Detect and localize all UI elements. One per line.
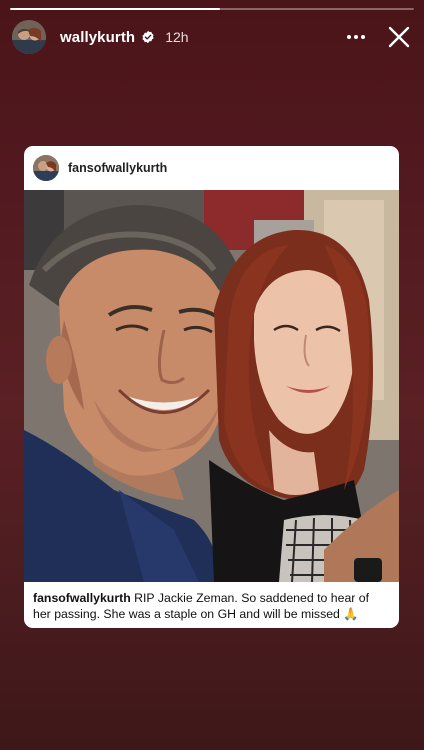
post-author-avatar[interactable] (33, 155, 59, 181)
verified-badge-icon (141, 30, 155, 44)
close-button[interactable] (386, 24, 412, 50)
post-caption: fansofwallykurth RIP Jackie Zeman. So sa… (33, 590, 390, 622)
story-header: wallykurth 12h (12, 18, 412, 56)
avatar-image (12, 20, 46, 54)
caption-username[interactable]: fansofwallykurth (33, 591, 131, 605)
more-options-button[interactable] (344, 25, 368, 49)
post-avatar-image (33, 155, 59, 181)
shared-post-card[interactable]: fansofwallykurth fansofwallykurth RIP Ja… (24, 146, 399, 628)
post-header: fansofwallykurth (24, 146, 399, 190)
selfie-photo-image (24, 190, 399, 582)
story-progress-bar (10, 8, 414, 10)
post-photo[interactable] (24, 190, 399, 582)
story-timestamp: 12h (165, 29, 189, 45)
post-author-username[interactable]: fansofwallykurth (68, 161, 167, 175)
story-progress-fill (10, 8, 221, 10)
story-username[interactable]: wallykurth (60, 29, 135, 46)
profile-avatar[interactable] (12, 20, 46, 54)
more-horizontal-icon (347, 35, 365, 39)
close-icon (388, 26, 410, 48)
